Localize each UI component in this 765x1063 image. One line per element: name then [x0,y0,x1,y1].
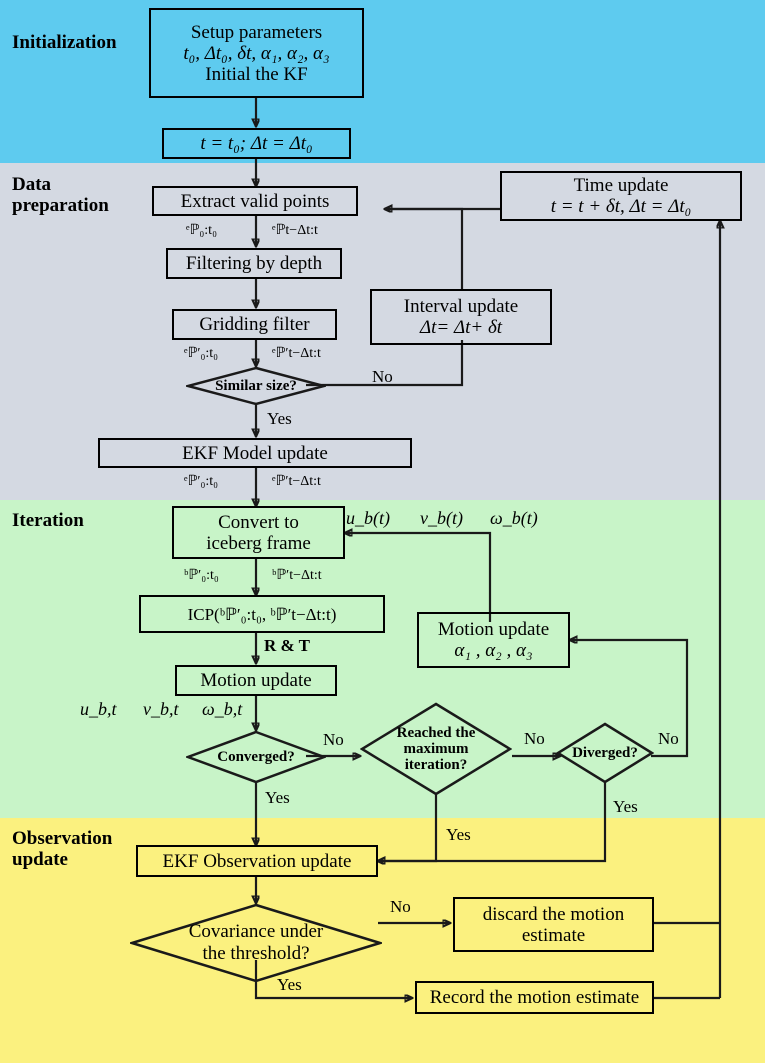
decision-covariance-under-threshold[interactable]: Covariance under the threshold? [130,903,382,983]
filtering-by-depth-text: Filtering by depth [185,253,323,274]
node-motion-update-params[interactable]: Motion update α₁ , α₂ , α₃ [417,612,570,668]
flowchart-canvas: Initialization Data preparation Iteratio… [0,0,765,1063]
signal-label-pp-0t0-b: ᵇℙ′₀:t₀ [184,568,219,583]
signal-label-p-0t0: ᵉℙ₀:t₀ [186,223,217,238]
decision-similar-size-text: Similar size? [215,378,297,394]
edge-label-r-and-t: R & T [264,636,310,655]
decision-reached-maximum-iteration-text: Reached the maximum iteration? [360,702,512,796]
signal-label-pp-tdt-b: ᵇℙ′t−Δt:t [272,568,322,583]
signal-label-pp-tdt-2: ᵉℙ′t−Δt:t [272,474,321,489]
extract-valid-points-text: Extract valid points [180,190,330,212]
interval-update-line2: Δt= Δt+ δt [419,317,503,338]
signal-label-wb-t: ω_b(t) [490,508,538,528]
reached-max-line3: iteration? [404,757,468,773]
node-gridding-filter[interactable]: Gridding filter [172,309,337,340]
edge-label-diverged-yes: Yes [613,797,638,816]
edge-label-similar-size-no: No [372,367,393,386]
node-interval-update[interactable]: Interval update Δt= Δt+ δt [370,289,552,345]
discard-line2: estimate [521,924,586,946]
time-update-line2: t = t + δt, Δt = Δt₀ [550,196,692,217]
edge-label-covariance-no: No [390,897,411,916]
covariance-line2: the threshold? [202,943,310,964]
band-label-data-preparation-line1: Data [12,174,52,195]
gridding-filter-text: Gridding filter [199,314,310,335]
signal-label-pp-0t0: ᵉℙ′₀:t₀ [184,346,219,361]
edge-label-converged-no: No [323,730,344,749]
initial-assignment-text: t = t₀; Δt = Δt₀ [200,133,313,154]
decision-similar-size[interactable]: Similar size? [186,366,326,406]
node-setup-parameters[interactable]: Setup parameters t₀, Δt₀, δt, α₁, α₂, α₃… [149,8,364,98]
node-icp[interactable]: ICP(ᵇℙ′₀:t₀, ᵇℙ′t−Δt:t) [139,595,385,633]
node-ekf-observation-update[interactable]: EKF Observation update [136,845,378,877]
decision-reached-maximum-iteration[interactable]: Reached the maximum iteration? [360,702,512,796]
convert-line1: Convert to [218,511,299,533]
setup-line3: Initial the KF [205,63,308,85]
record-motion-estimate-text: Record the motion estimate [429,987,640,1008]
time-update-line1: Time update [573,175,669,196]
band-label-data-preparation-line2: preparation [12,195,109,216]
node-filtering-by-depth[interactable]: Filtering by depth [166,248,342,279]
band-label-iteration: Iteration [12,510,84,531]
node-extract-valid-points[interactable]: Extract valid points [152,186,358,216]
ekf-observation-update-text: EKF Observation update [162,850,352,872]
reached-max-line2: maximum [403,741,469,757]
decision-diverged[interactable]: Diverged? [556,722,654,784]
decision-covariance-text: Covariance under the threshold? [130,903,382,983]
signal-label-p-tdt: ᵉℙt−Δt:t [272,223,318,238]
interval-update-line1: Interval update [403,296,519,317]
signal-label-vb-t: v_b(t) [420,508,463,528]
signal-label-ub-t: u_b(t) [346,508,390,528]
node-motion-update[interactable]: Motion update [175,665,337,696]
edge-label-reached-max-yes: Yes [446,825,471,844]
node-time-update[interactable]: Time update t = t + δt, Δt = Δt₀ [500,171,742,221]
convert-line2: iceberg frame [206,532,311,554]
band-label-initialization: Initialization [12,32,117,53]
signal-label-vb-bt: v_b,t [143,699,179,719]
covariance-line1: Covariance under [188,921,324,942]
edge-label-diverged-no: No [658,729,679,748]
signal-label-ub-bt: u_b,t [80,699,117,719]
decision-converged[interactable]: Converged? [186,730,326,784]
edge-label-converged-yes: Yes [265,788,290,807]
setup-line2: t₀, Δt₀, δt, α₁, α₂, α₃ [183,42,330,64]
edge-label-similar-size-yes: Yes [267,409,292,428]
icp-text: ICP(ᵇℙ′₀:t₀, ᵇℙ′t−Δt:t) [187,604,337,624]
node-record-motion-estimate[interactable]: Record the motion estimate [415,981,654,1014]
discard-line1: discard the motion [482,903,625,925]
ekf-model-update-text: EKF Model update [182,442,328,464]
motion-update-params-line1: Motion update [437,619,550,640]
motion-update-text: Motion update [200,670,312,691]
band-label-observation-line2: update [12,849,68,870]
band-initialization [0,0,765,163]
signal-label-wb-bt: ω_b,t [202,699,243,719]
reached-max-line1: Reached the [396,725,476,741]
node-discard-motion-estimate[interactable]: discard the motion estimate [453,897,654,952]
setup-line1: Setup parameters [190,21,323,43]
node-ekf-model-update[interactable]: EKF Model update [98,438,412,468]
signal-label-pp-0t0-2: ᵉℙ′₀:t₀ [184,474,219,489]
edge-label-covariance-yes: Yes [277,975,302,994]
edge-label-reached-max-no: No [524,729,545,748]
node-convert-to-iceberg-frame[interactable]: Convert to iceberg frame [172,506,345,559]
decision-diverged-text: Diverged? [572,745,638,761]
motion-update-params-line2: α₁ , α₂ , α₃ [454,640,533,661]
band-label-observation-line1: Observation [12,828,113,849]
decision-converged-text: Converged? [217,749,295,765]
node-initial-assignment[interactable]: t = t₀; Δt = Δt₀ [162,128,351,159]
signal-label-pp-tdt: ᵉℙ′t−Δt:t [272,346,321,361]
